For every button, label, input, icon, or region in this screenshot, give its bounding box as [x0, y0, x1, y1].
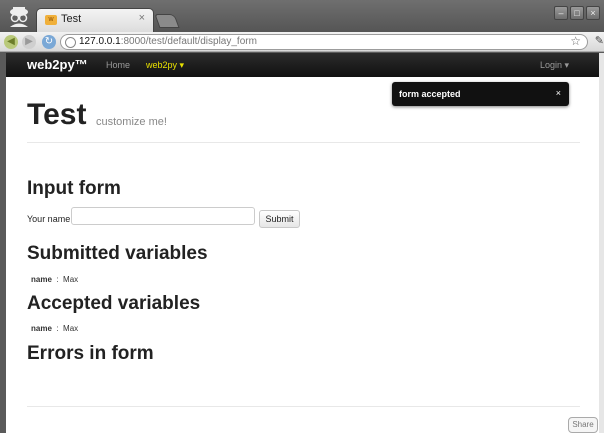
window-controls: – □ ×: [554, 6, 600, 20]
page-title: Test: [27, 98, 87, 131]
tab-strip: w Test × – □ ×: [0, 0, 604, 32]
tab-test[interactable]: w Test ×: [36, 8, 154, 32]
variable-value: Max: [63, 324, 79, 333]
nav-web2py-dropdown[interactable]: web2py ▾: [146, 60, 184, 71]
errors-heading: Errors in form: [27, 343, 154, 364]
variable-key: name: [31, 324, 52, 333]
tab-title: Test: [61, 13, 82, 25]
site-navbar: web2py™ Home web2py ▾ Login ▾: [6, 53, 599, 77]
page-info-icon[interactable]: [65, 37, 76, 48]
maximize-icon[interactable]: □: [570, 6, 584, 20]
submitted-variables-heading: Submitted variables: [27, 243, 208, 264]
minimize-icon[interactable]: –: [554, 6, 568, 20]
browser-toolbar: ◀ ▶ ↻ 127.0.0.1:8000/test/default/displa…: [0, 32, 604, 52]
tab-close-icon[interactable]: ×: [139, 12, 145, 24]
nav-home-link[interactable]: Home: [106, 60, 130, 70]
flash-message: form accepted ×: [392, 82, 569, 106]
flash-text: form accepted: [399, 89, 461, 99]
variable-key: name: [31, 275, 52, 284]
footer-divider: [27, 406, 580, 407]
accepted-variable-row: name : Max: [31, 324, 78, 333]
input-form-heading: Input form: [27, 178, 121, 199]
url-text: 127.0.0.1:8000/test/default/display_form: [79, 36, 257, 47]
page-subtitle: customize me!: [96, 116, 167, 128]
bookmark-star-icon[interactable]: ☆: [570, 34, 581, 48]
address-bar[interactable]: 127.0.0.1:8000/test/default/display_form…: [60, 34, 588, 50]
nav-login-dropdown[interactable]: Login ▾: [540, 60, 569, 71]
forward-icon[interactable]: ▶: [22, 35, 36, 49]
reload-icon[interactable]: ↻: [42, 35, 56, 49]
name-input[interactable]: [71, 207, 255, 225]
page-viewport: web2py™ Home web2py ▾ Login ▾ form accep…: [6, 53, 599, 433]
scrollbar[interactable]: [599, 53, 604, 433]
submitted-variable-row: name : Max: [31, 275, 78, 284]
variable-value: Max: [63, 275, 79, 284]
variable-separator: :: [56, 324, 59, 333]
share-button[interactable]: Share: [568, 417, 598, 433]
incognito-icon: [10, 7, 28, 27]
brand-logo[interactable]: web2py™: [27, 57, 88, 72]
wrench-menu-icon[interactable]: ✎: [595, 34, 604, 47]
browser-window: w Test × – □ × ◀ ▶ ↻ 127.0.0.1:8000/test…: [0, 0, 604, 433]
divider: [27, 142, 580, 143]
name-label: Your name:: [27, 214, 73, 224]
close-window-icon[interactable]: ×: [586, 6, 600, 20]
submit-button[interactable]: Submit: [259, 210, 300, 228]
variable-separator: :: [56, 275, 59, 284]
flash-close-icon[interactable]: ×: [556, 88, 561, 98]
web2py-favicon-icon: w: [45, 15, 57, 25]
accepted-variables-heading: Accepted variables: [27, 293, 201, 314]
new-tab-button[interactable]: [154, 14, 180, 28]
back-icon[interactable]: ◀: [4, 35, 18, 49]
